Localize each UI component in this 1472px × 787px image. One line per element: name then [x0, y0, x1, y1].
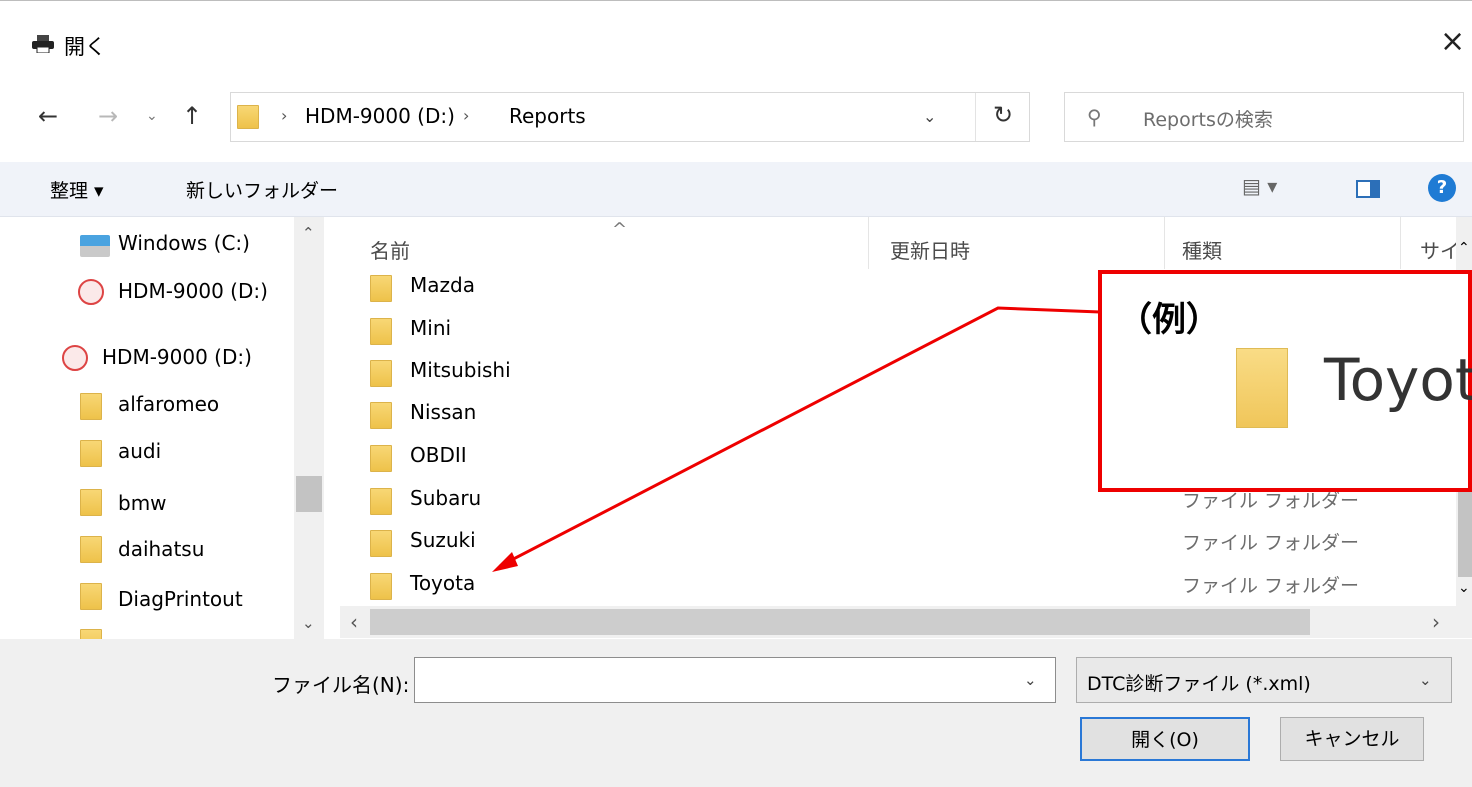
file-name: Mitsubishi: [410, 358, 511, 382]
callout-folder-name: Toyot: [1324, 346, 1472, 414]
folder-icon: [370, 445, 392, 472]
view-options-icon[interactable]: ▤ ▾: [1242, 174, 1277, 198]
breadcrumb-drive[interactable]: HDM-9000 (D:): [305, 104, 455, 128]
sidebar-item-hdm-9000-root[interactable]: HDM-9000 (D:): [102, 345, 252, 369]
scroll-down-icon[interactable]: ⌄: [1458, 580, 1470, 596]
filetype-value: DTC診断ファイル (*.xml): [1087, 673, 1311, 695]
sidebar-item-alfaromeo[interactable]: alfaromeo: [118, 392, 219, 416]
breadcrumb-chevron-icon[interactable]: ›: [463, 106, 469, 125]
folder-icon: [370, 360, 392, 387]
navigation-pane: Windows (C:) HDM-9000 (D:) HDM-9000 (D:)…: [0, 217, 330, 639]
preview-pane-icon[interactable]: [1356, 180, 1380, 198]
sidebar-item-daihatsu[interactable]: daihatsu: [118, 537, 204, 561]
column-separator[interactable]: [1164, 217, 1165, 269]
refresh-icon[interactable]: ↻: [993, 101, 1013, 129]
file-list-scroll-thumb[interactable]: [1458, 487, 1472, 577]
file-name: OBDII: [410, 443, 467, 467]
folder-icon: [80, 583, 102, 610]
sort-ascending-icon: ^: [612, 219, 628, 240]
scroll-up-icon[interactable]: ⌃: [302, 224, 315, 242]
column-header-modified[interactable]: 更新日時: [890, 235, 970, 264]
scroll-left-icon[interactable]: ‹: [350, 610, 358, 634]
file-name: Mazda: [410, 273, 475, 297]
recent-locations-icon[interactable]: ⌄: [146, 108, 158, 124]
filename-dropdown-icon[interactable]: ⌄: [1024, 671, 1037, 689]
file-name-panel: ファイル名(N): ⌄ DTC診断ファイル (*.xml) ⌄ 開く(O) キャ…: [0, 639, 1472, 787]
folder-icon: [80, 440, 102, 467]
up-folder-button[interactable]: ↑: [182, 102, 202, 130]
help-icon[interactable]: ?: [1428, 174, 1456, 202]
file-type: ファイル フォルダー: [1182, 532, 1360, 554]
folder-icon: [80, 629, 102, 639]
annotation-callout: （例） Toyot: [1098, 270, 1472, 492]
folder-icon: [370, 402, 392, 429]
sidebar-item-windows-c[interactable]: Windows (C:): [118, 231, 250, 255]
printer-icon: [32, 35, 54, 53]
file-name: Suzuki: [410, 528, 476, 552]
folder-icon: [80, 393, 102, 420]
folder-icon: [370, 275, 392, 302]
folder-icon: [237, 105, 259, 129]
breadcrumb-reports[interactable]: Reports: [509, 104, 586, 128]
file-name: Nissan: [410, 400, 477, 424]
new-folder-button[interactable]: 新しいフォルダー: [186, 176, 338, 203]
address-dropdown-icon[interactable]: ⌄: [923, 107, 936, 126]
address-bar[interactable]: › HDM-9000 (D:) › Reports ⌄ ↻: [230, 92, 1030, 142]
forward-button[interactable]: →: [98, 102, 118, 130]
file-name: Subaru: [410, 486, 482, 510]
column-header-type[interactable]: 種類: [1182, 235, 1222, 264]
folder-icon: [370, 488, 392, 515]
sidebar-item-bmw[interactable]: bmw: [118, 491, 167, 515]
search-icon: ⚲: [1087, 105, 1102, 129]
file-type: ファイル フォルダー: [1182, 575, 1360, 597]
column-header-size[interactable]: サイ: [1420, 235, 1460, 264]
column-header-name[interactable]: 名前: [370, 235, 410, 264]
filename-input[interactable]: [414, 657, 1056, 703]
sidebar-scroll-thumb[interactable]: [296, 476, 322, 512]
horizontal-scrollbar[interactable]: ‹ ›: [340, 606, 1472, 638]
windows-drive-icon: [80, 235, 110, 257]
file-name: Toyota: [410, 571, 476, 595]
scroll-down-icon[interactable]: ⌄: [302, 614, 315, 632]
sidebar-scrollbar[interactable]: [294, 217, 324, 639]
drive-icon: [62, 345, 88, 371]
file-name: Mini: [410, 316, 452, 340]
breadcrumb-chevron-icon[interactable]: ›: [281, 106, 287, 125]
chevron-down-icon: ⌄: [1419, 671, 1432, 689]
folder-icon: [370, 318, 392, 345]
folder-icon: [1236, 348, 1288, 428]
organize-button[interactable]: 整理 ▾: [50, 176, 104, 203]
open-button[interactable]: 開く(O): [1080, 717, 1250, 761]
filetype-select[interactable]: DTC診断ファイル (*.xml) ⌄: [1076, 657, 1452, 703]
command-toolbar: 整理 ▾ 新しいフォルダー ▤ ▾ ?: [0, 162, 1472, 217]
cancel-button[interactable]: キャンセル: [1280, 717, 1424, 761]
window-title: 開く: [64, 35, 106, 59]
sidebar-item-audi[interactable]: audi: [118, 439, 161, 463]
sidebar-item-hdm-9000[interactable]: HDM-9000 (D:): [118, 279, 268, 303]
search-placeholder: Reportsの検索: [1143, 109, 1273, 131]
filename-label: ファイル名(N):: [272, 673, 410, 697]
folder-icon: [80, 489, 102, 516]
callout-label: （例）: [1118, 300, 1220, 340]
address-divider: [975, 93, 976, 141]
folder-icon: [370, 573, 392, 600]
back-button[interactable]: ←: [38, 102, 58, 130]
column-separator[interactable]: [868, 217, 869, 269]
horizontal-scroll-thumb[interactable]: [370, 609, 1310, 635]
close-button[interactable]: ×: [1440, 27, 1465, 57]
sidebar-item-diagprintout[interactable]: DiagPrintout: [118, 587, 243, 611]
folder-icon: [370, 530, 392, 557]
scroll-right-icon[interactable]: ›: [1432, 610, 1440, 634]
title-bar: 開く ×: [0, 0, 1472, 83]
drive-icon: [78, 279, 104, 305]
folder-icon: [80, 536, 102, 563]
scroll-up-icon[interactable]: ⌃: [1458, 240, 1470, 256]
search-input[interactable]: ⚲ Reportsの検索: [1064, 92, 1464, 142]
column-separator[interactable]: [1400, 217, 1401, 269]
